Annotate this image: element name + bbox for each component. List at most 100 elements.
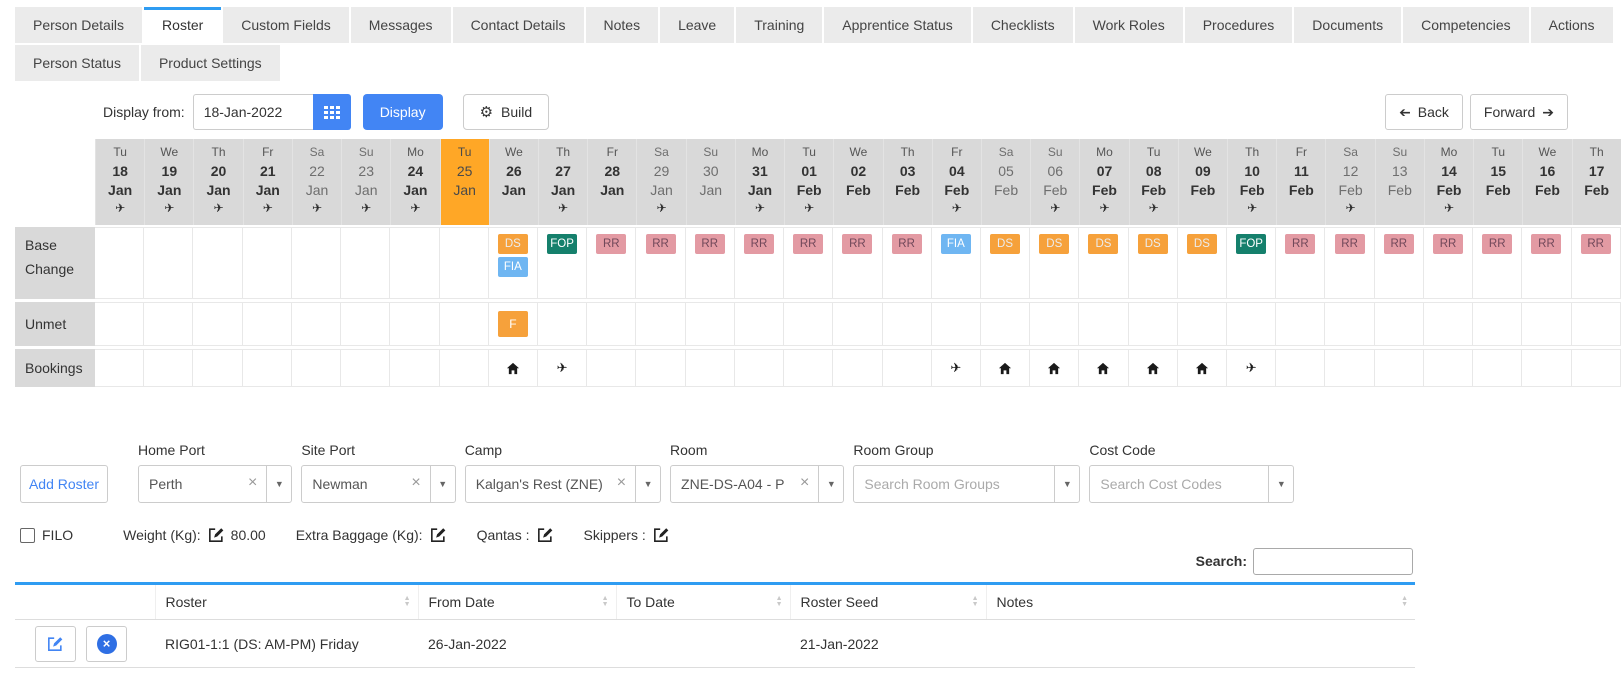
calendar-day-header[interactable]: We 26 Jan [488, 139, 538, 225]
base-change-cell[interactable]: RR [1571, 227, 1621, 299]
tab-training[interactable]: Training [736, 7, 823, 43]
search-input[interactable] [1253, 547, 1413, 575]
chevron-down-icon[interactable]: ▼ [266, 466, 291, 502]
booking-cell[interactable] [1325, 349, 1375, 387]
tab-contact-details[interactable]: Contact Details [452, 7, 584, 43]
unmet-cell[interactable] [784, 302, 834, 346]
back-button[interactable]: ➔ Back [1385, 94, 1463, 130]
base-change-cell[interactable]: DS [1128, 227, 1178, 299]
chevron-down-icon[interactable]: ▼ [429, 466, 455, 502]
unmet-cell[interactable] [882, 302, 932, 346]
booking-cell[interactable] [1079, 349, 1129, 387]
base-change-cell[interactable] [193, 227, 243, 299]
unmet-cell[interactable] [341, 302, 391, 346]
calendar-day-header[interactable]: Su 23 Jan ✈ [341, 139, 391, 225]
site-port-select[interactable]: Newman × ▼ [301, 465, 456, 503]
calendar-day-header[interactable]: Th 20 Jan ✈ [193, 139, 243, 225]
booking-cell[interactable] [1473, 349, 1523, 387]
booking-cell[interactable]: ✈ [1227, 349, 1277, 387]
calendar-day-header[interactable]: Mo 07 Feb ✈ [1079, 139, 1129, 225]
tab-apprentice-status[interactable]: Apprentice Status [824, 7, 971, 43]
unmet-cell[interactable] [1571, 302, 1621, 346]
calendar-day-header[interactable]: Mo 24 Jan ✈ [390, 139, 440, 225]
room-group-select[interactable]: Search Room Groups ▼ [853, 465, 1081, 503]
unmet-cell[interactable]: F [488, 302, 538, 346]
booking-cell[interactable] [636, 349, 686, 387]
column-header-roster-seed[interactable]: Roster Seed ▲ ▼ [789, 583, 986, 620]
clear-icon[interactable]: × [791, 466, 818, 502]
booking-cell[interactable] [833, 349, 883, 387]
calendar-day-header[interactable]: Su 30 Jan [685, 139, 735, 225]
base-change-cell[interactable]: RR [734, 227, 785, 299]
base-change-cell[interactable]: RR [685, 227, 735, 299]
unmet-cell[interactable] [1079, 302, 1129, 346]
booking-cell[interactable]: ✈ [931, 349, 981, 387]
calendar-day-header[interactable]: Mo 31 Jan ✈ [734, 139, 785, 225]
base-change-cell[interactable]: RR [636, 227, 686, 299]
display-from-input[interactable] [192, 94, 313, 130]
unmet-cell[interactable] [734, 302, 785, 346]
unmet-cell[interactable] [390, 302, 440, 346]
booking-cell[interactable] [144, 349, 194, 387]
edit-roster-button[interactable] [35, 625, 76, 662]
room-select[interactable]: ZNE-DS-A04 - P × ▼ [670, 465, 845, 503]
booking-cell[interactable] [784, 349, 834, 387]
calendar-day-header[interactable]: Tu 15 Feb [1473, 139, 1523, 225]
base-change-cell[interactable]: DS [1030, 227, 1080, 299]
calendar-day-header[interactable]: Th 27 Jan ✈ [537, 139, 588, 225]
unmet-cell[interactable] [833, 302, 883, 346]
base-change-cell[interactable]: RR [587, 227, 637, 299]
unmet-cell[interactable] [980, 302, 1031, 346]
base-change-cell[interactable]: DS [980, 227, 1031, 299]
booking-cell[interactable] [1522, 349, 1572, 387]
base-change-cell[interactable]: RR [1473, 227, 1523, 299]
tab-person-status[interactable]: Person Status [15, 45, 139, 81]
calendar-day-header[interactable]: Sa 22 Jan ✈ [291, 139, 342, 225]
calendar-day-header[interactable]: Tu 08 Feb ✈ [1128, 139, 1178, 225]
calendar-day-header[interactable]: Tu 01 Feb ✈ [784, 139, 834, 225]
booking-cell[interactable] [1374, 349, 1424, 387]
column-header-to-date[interactable]: To Date ▲ ▼ [615, 583, 790, 620]
unmet-cell[interactable] [193, 302, 243, 346]
unmet-cell[interactable] [1177, 302, 1228, 346]
tab-work-roles[interactable]: Work Roles [1074, 7, 1183, 43]
edit-icon[interactable] [653, 527, 670, 543]
chevron-down-icon[interactable]: ▼ [1268, 466, 1293, 502]
base-change-cell[interactable]: FOP [1227, 227, 1277, 299]
calendar-day-header[interactable]: Su 06 Feb ✈ [1030, 139, 1080, 225]
chevron-down-icon[interactable]: ▼ [1054, 466, 1079, 502]
base-change-cell[interactable]: RR [1522, 227, 1572, 299]
tab-notes[interactable]: Notes [585, 7, 659, 43]
base-change-cell[interactable]: RR [1374, 227, 1424, 299]
tab-actions[interactable]: Actions [1530, 7, 1613, 43]
base-change-cell[interactable]: RR [1325, 227, 1375, 299]
unmet-cell[interactable] [291, 302, 342, 346]
booking-cell[interactable] [1276, 349, 1326, 387]
base-change-cell[interactable] [144, 227, 194, 299]
base-change-cell[interactable]: FOP [537, 227, 588, 299]
base-change-cell[interactable]: RR [1276, 227, 1326, 299]
unmet-cell[interactable] [1473, 302, 1523, 346]
filo-checkbox[interactable] [20, 527, 35, 543]
unmet-cell[interactable] [439, 302, 489, 346]
clear-icon[interactable]: × [608, 466, 635, 502]
unmet-cell[interactable] [931, 302, 981, 346]
base-change-cell[interactable] [95, 227, 145, 299]
calendar-day-header[interactable]: Fr 04 Feb ✈ [931, 139, 981, 225]
base-change-cell[interactable]: RR [784, 227, 834, 299]
tab-checklists[interactable]: Checklists [972, 7, 1073, 43]
tab-product-settings[interactable]: Product Settings [140, 45, 280, 81]
booking-cell[interactable] [1423, 349, 1474, 387]
calendar-day-header[interactable]: Sa 29 Jan ✈ [636, 139, 686, 225]
unmet-cell[interactable] [242, 302, 292, 346]
base-change-cell[interactable] [439, 227, 489, 299]
calendar-day-header[interactable]: Su 13 Feb [1374, 139, 1424, 225]
booking-cell[interactable] [341, 349, 391, 387]
calendar-day-header[interactable]: Th 17 Feb [1571, 139, 1621, 225]
booking-cell[interactable] [882, 349, 932, 387]
calendar-day-header[interactable]: Th 03 Feb [882, 139, 932, 225]
booking-cell[interactable] [193, 349, 243, 387]
calendar-day-header[interactable]: Tu 18 Jan ✈ [95, 139, 145, 225]
calendar-day-header[interactable]: Sa 05 Feb [980, 139, 1031, 225]
edit-icon[interactable] [430, 527, 447, 543]
